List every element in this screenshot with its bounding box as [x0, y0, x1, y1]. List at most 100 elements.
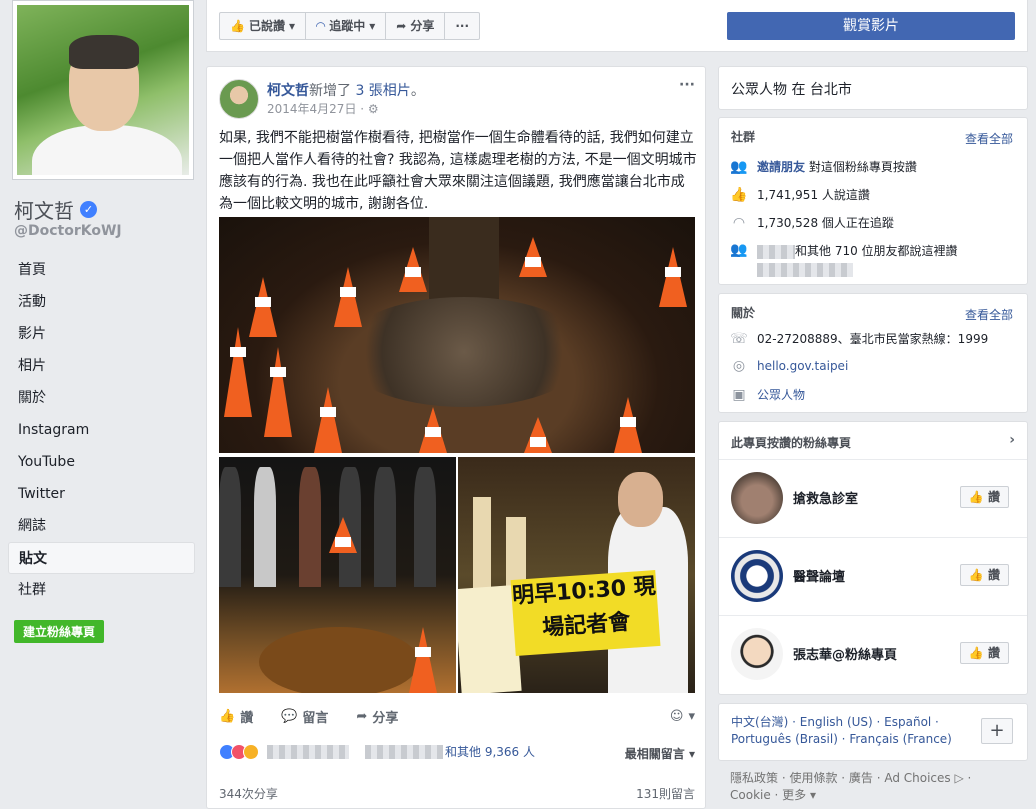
- like-page-label: 讚: [987, 490, 1000, 504]
- like-page-button[interactable]: 👍 讚: [959, 642, 1009, 664]
- crowd-person: [414, 467, 436, 587]
- globe-icon: ◎: [732, 358, 746, 374]
- reaction-summary[interactable]: 和其他 9,366 人: [219, 743, 695, 760]
- liked-button[interactable]: 👍 已說讚 ▾: [220, 13, 306, 39]
- comment-sort-dropdown[interactable]: 最相關留言 ▾: [625, 745, 695, 762]
- language-card: 中文(台灣) · English (US) · Español · Portug…: [718, 703, 1028, 761]
- nav-item-notes[interactable]: 網誌: [8, 510, 195, 542]
- post-like-button[interactable]: 👍 讚: [219, 707, 253, 726]
- nav-item-community[interactable]: 社群: [8, 574, 195, 606]
- profile-photo-hair: [69, 35, 139, 69]
- post-author-avatar[interactable]: [219, 79, 259, 119]
- friends-row: 👥 和其他 710 位朋友都說這裡讚: [730, 242, 958, 277]
- liked-page-item[interactable]: 張志華@粉絲專頁 👍 讚: [719, 616, 1027, 694]
- thumbs-up-icon: 👍: [219, 708, 236, 724]
- page-handle[interactable]: @DoctorKoWJ: [14, 223, 122, 239]
- thumbs-up-icon: 👍: [730, 186, 748, 203]
- category-link[interactable]: 公眾人物: [757, 386, 805, 403]
- profile-photo[interactable]: [12, 0, 194, 180]
- verified-badge-icon: ✓: [80, 201, 97, 218]
- traffic-cone: [519, 237, 547, 277]
- rubble-pile: [339, 297, 589, 407]
- like-page-label: 讚: [987, 646, 1000, 660]
- page-action-buttons: 👍 已說讚 ▾ ◠ 追蹤中 ▾ ➦ 分享 ···: [219, 12, 481, 40]
- language-links-line-2[interactable]: Português (Brasil) · Français (France): [731, 731, 1015, 748]
- share-count[interactable]: 344次分享: [219, 785, 278, 802]
- website-link[interactable]: hello.gov.taipei: [757, 359, 848, 373]
- phone-number: 02-27208889、臺北市民當家熱線：1999: [757, 332, 989, 346]
- footer-links-line-1[interactable]: 隱私政策 · 使用條款 · 廣告 · Ad Choices ▷ ·: [730, 770, 1020, 787]
- post-action-prefix: 新增了: [309, 83, 351, 99]
- about-card: 關於 查看全部 ☏ 02-27208889、臺北市民當家熱線：1999 ◎ he…: [718, 293, 1028, 413]
- liked-page-item[interactable]: 醫聲論壇 👍 讚: [719, 538, 1027, 616]
- nav-item-events[interactable]: 活動: [8, 286, 195, 318]
- post-like-label: 讚: [240, 710, 254, 726]
- liked-page-avatar[interactable]: [731, 550, 783, 602]
- tree-pit: [259, 627, 419, 693]
- post-photos-link[interactable]: 3 張相片: [355, 83, 410, 99]
- likes-row: 👍 1,741,951 人說這讚: [730, 186, 870, 203]
- liked-page-item[interactable]: 搶救急診室 👍 讚: [719, 460, 1027, 538]
- liked-page-name[interactable]: 搶救急診室: [793, 488, 858, 507]
- watch-video-button[interactable]: 觀賞影片: [727, 12, 1015, 40]
- comment-count[interactable]: 131則留言: [636, 785, 695, 802]
- blurred-friend-name: [757, 244, 795, 259]
- language-links-line-1[interactable]: 中文(台灣) · English (US) · Español ·: [731, 714, 1015, 731]
- post-action-buttons: 👍 讚 💬 留言 ➦ 分享 ☺ ▾: [219, 701, 695, 731]
- post-comment-button[interactable]: 💬 留言: [281, 707, 328, 726]
- nav-item-instagram[interactable]: Instagram: [8, 414, 195, 446]
- haha-reaction-icon: [243, 743, 259, 760]
- thumbs-up-icon: 👍: [230, 19, 245, 33]
- about-see-all-link[interactable]: 查看全部: [965, 306, 1013, 323]
- post-date[interactable]: 2014年4月27日 · ⚙: [267, 100, 379, 117]
- traffic-cone: [419, 407, 447, 453]
- more-options-button[interactable]: ···: [445, 13, 479, 39]
- liked-page-avatar[interactable]: [731, 472, 783, 524]
- nav-item-home[interactable]: 首頁: [8, 254, 195, 286]
- nav-item-photos[interactable]: 相片: [8, 350, 195, 382]
- share-arrow-icon: ➦: [356, 708, 368, 724]
- nav-item-twitter[interactable]: Twitter: [8, 478, 195, 510]
- traffic-cone: [409, 627, 437, 693]
- footer-links-line-2[interactable]: Cookie · 更多 ▾: [730, 787, 1020, 804]
- traffic-cone: [224, 327, 252, 417]
- building-icon: ▣: [732, 386, 746, 403]
- nav-item-videos[interactable]: 影片: [8, 318, 195, 350]
- post-author-name[interactable]: 柯文哲: [267, 83, 309, 99]
- blurred-names: [365, 744, 443, 759]
- blurred-names: [267, 744, 349, 759]
- crowd-person: [299, 467, 321, 587]
- post-action-suffix: 。: [410, 83, 425, 99]
- following-button[interactable]: ◠ 追蹤中 ▾: [306, 13, 387, 39]
- page-name[interactable]: 柯文哲 ✓: [14, 195, 97, 224]
- liked-page-name[interactable]: 醫聲論壇: [793, 566, 845, 585]
- like-page-button[interactable]: 👍 讚: [959, 564, 1009, 586]
- share-page-button[interactable]: ➦ 分享: [386, 13, 446, 39]
- like-page-button[interactable]: 👍 讚: [959, 486, 1009, 508]
- add-language-button[interactable]: +: [981, 718, 1013, 744]
- liked-page-name[interactable]: 張志華@粉絲專頁: [793, 644, 897, 663]
- friends-like-text: 和其他 710 位朋友都說這裡讚: [795, 244, 958, 258]
- liked-page-avatar[interactable]: [731, 628, 783, 680]
- post-photo-1[interactable]: [219, 217, 695, 453]
- profile-photo-image: [17, 5, 189, 175]
- liked-pages-header[interactable]: 此專頁按讚的粉絲專頁 ›: [719, 422, 1027, 460]
- invite-friends-link[interactable]: 邀請朋友: [757, 160, 805, 174]
- traffic-cone: [614, 397, 642, 453]
- chevron-right-icon[interactable]: ›: [1009, 432, 1015, 448]
- nav-item-about[interactable]: 關於: [8, 382, 195, 414]
- post-header: 柯文哲新增了 3 張相片。: [267, 80, 425, 100]
- post-menu-button[interactable]: ···: [679, 77, 695, 93]
- share-arrow-icon: ➦: [396, 19, 407, 33]
- blurred-friend-avatars: [757, 263, 853, 277]
- nav-item-posts[interactable]: 貼文: [8, 542, 195, 574]
- post-share-button[interactable]: ➦ 分享: [356, 707, 398, 726]
- likes-count: 1,741,951 人說這讚: [757, 188, 870, 202]
- community-see-all-link[interactable]: 查看全部: [965, 130, 1013, 147]
- post-as-selector[interactable]: ☺ ▾: [670, 709, 695, 724]
- post-photo-2[interactable]: [219, 457, 456, 693]
- post-photo-3[interactable]: 明早10:30 現場記者會: [458, 457, 695, 693]
- post-share-label: 分享: [372, 710, 399, 726]
- nav-item-youtube[interactable]: YouTube: [8, 446, 195, 478]
- create-page-button[interactable]: 建立粉絲專頁: [14, 620, 105, 643]
